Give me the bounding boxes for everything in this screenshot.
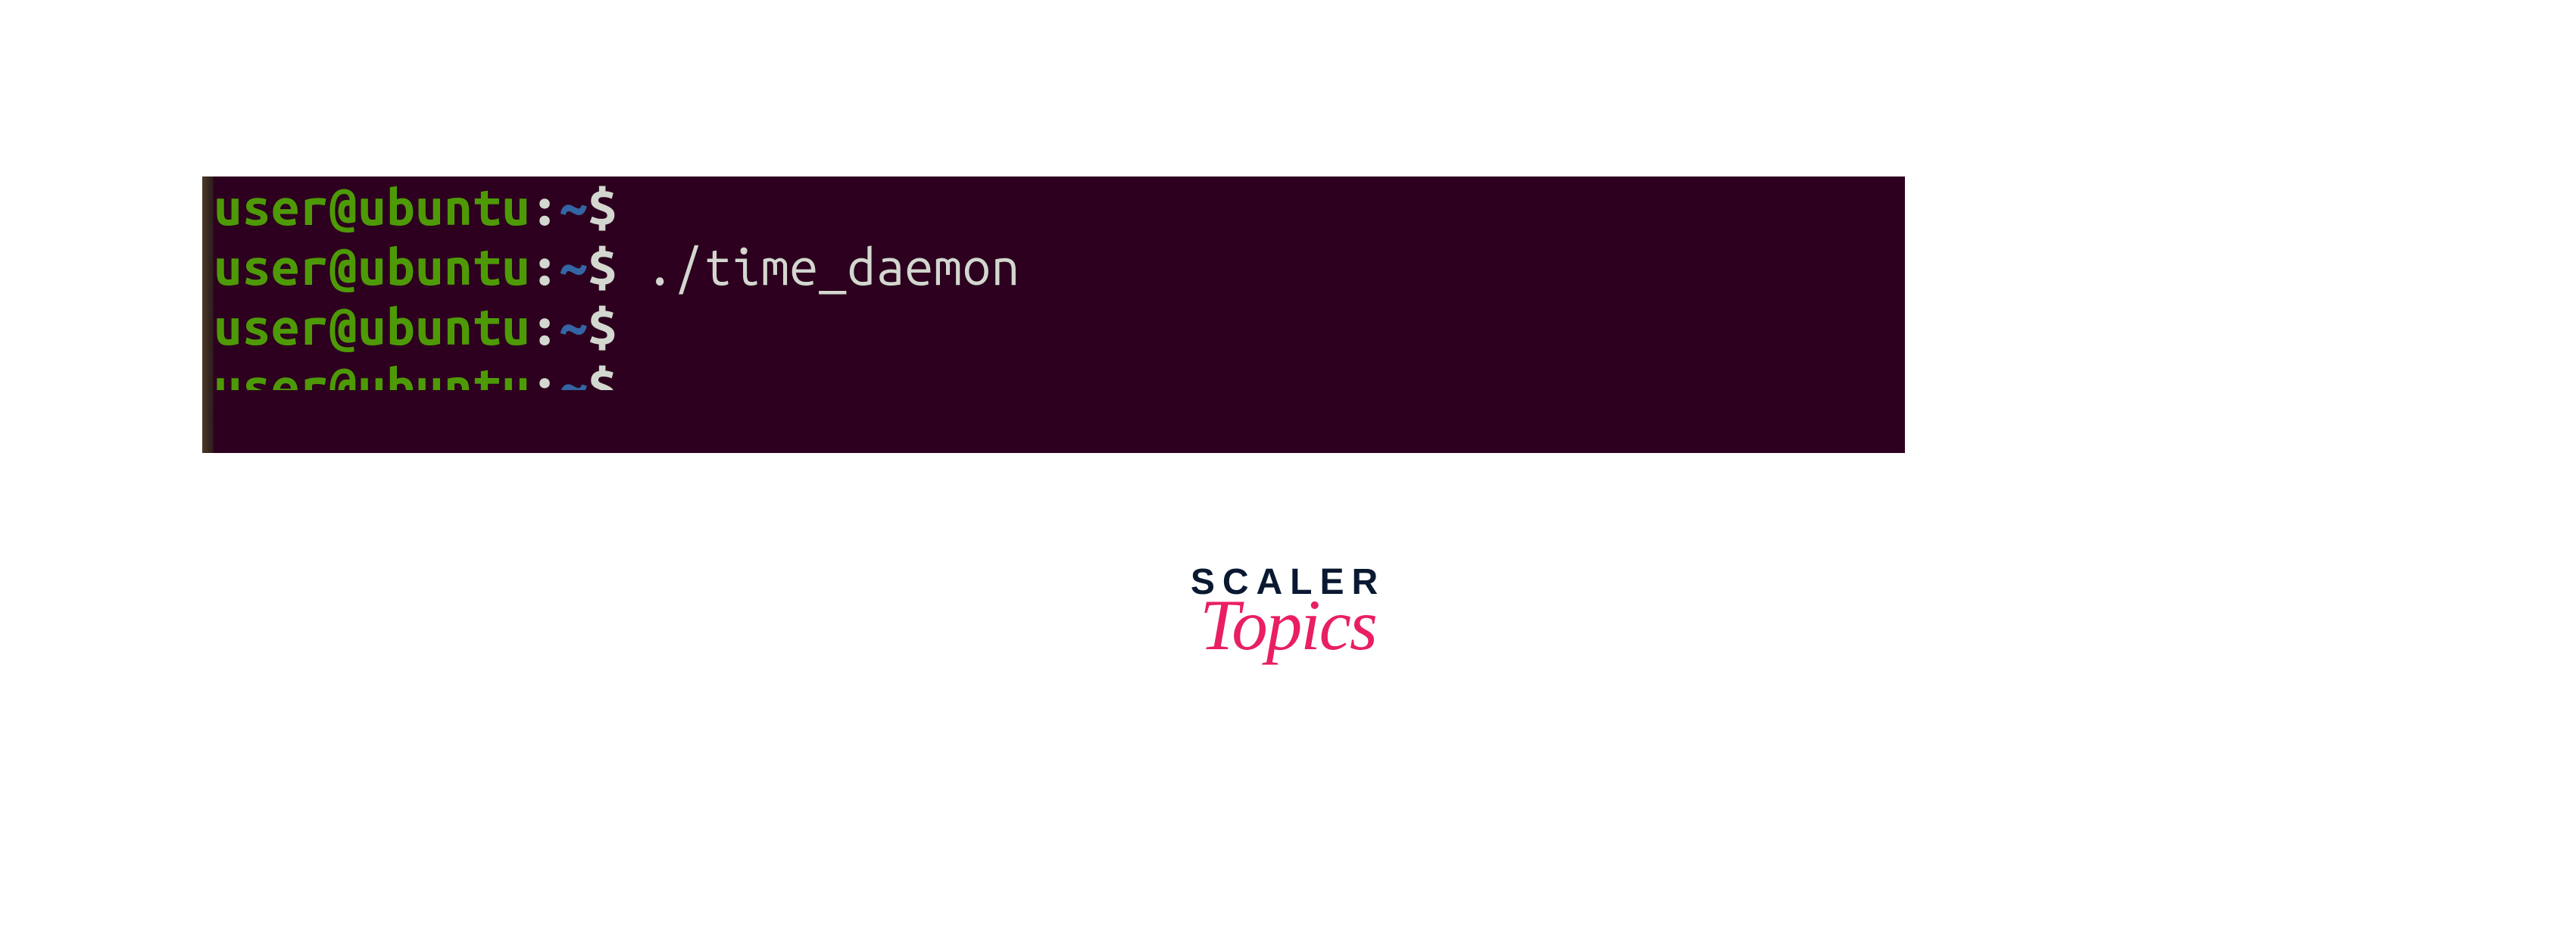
- logo-text-topics: Topics: [1137, 595, 1440, 656]
- terminal-line-partial: user@ubuntu:~$: [214, 356, 1905, 390]
- prompt-path: ~: [559, 176, 588, 236]
- prompt-dollar: $: [588, 356, 617, 390]
- terminal-line: user@ubuntu:~$ ./time_daemon: [214, 236, 1905, 296]
- prompt-dollar: $: [588, 236, 617, 296]
- prompt-colon: :: [530, 356, 559, 390]
- prompt-colon: :: [530, 236, 559, 296]
- terminal-window: user@ubuntu:~$ user@ubuntu:~$ ./time_dae…: [202, 176, 1905, 453]
- terminal-line: user@ubuntu:~$: [214, 176, 1905, 236]
- prompt-user: user@ubuntu: [214, 236, 530, 296]
- prompt-colon: :: [530, 296, 559, 356]
- prompt-user: user@ubuntu: [214, 356, 530, 390]
- prompt-user: user@ubuntu: [214, 296, 530, 356]
- prompt-path: ~: [559, 296, 588, 356]
- prompt-path: ~: [559, 356, 588, 390]
- prompt-dollar: $: [588, 176, 617, 236]
- terminal-edge-decoration: [202, 176, 214, 453]
- prompt-dollar: $: [588, 296, 617, 356]
- prompt-colon: :: [530, 176, 559, 236]
- prompt-user: user@ubuntu: [214, 176, 530, 236]
- terminal-line: user@ubuntu:~$: [214, 296, 1905, 356]
- terminal-content[interactable]: user@ubuntu:~$ user@ubuntu:~$ ./time_dae…: [202, 176, 1905, 453]
- prompt-path: ~: [559, 236, 588, 296]
- scaler-topics-logo: SCALER Topics: [1137, 564, 1440, 656]
- command-text: ./time_daemon: [617, 236, 1019, 296]
